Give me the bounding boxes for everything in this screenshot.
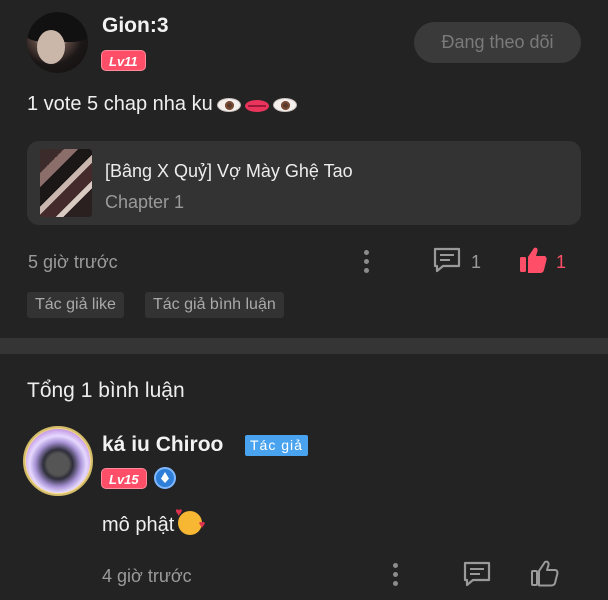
chapter-cover-image [40,149,92,217]
post: Gion:3 Lv11 Đang theo dõi 1 vote 5 chap … [0,0,608,338]
medal-icon [154,467,176,489]
post-emojis [215,95,299,118]
avatar-frame [23,426,93,496]
tag-author-comment: Tác giả bình luận [145,292,284,318]
thumbs-up-icon[interactable] [518,245,548,275]
comment-time: 4 giờ trước [102,566,192,586]
commenter-level-badge: Lv15 [101,468,147,489]
post-text: 1 vote 5 chap nha ku [27,93,299,118]
post-text-content: 1 vote 5 chap nha ku [27,93,213,115]
comment-count: 1 [471,252,482,272]
post-time: 5 giờ trước [28,252,118,272]
comment-text-content: mô phật [102,514,175,536]
section-divider [0,338,608,354]
username[interactable]: Gion:3 [102,14,169,38]
total-comments-label: Tổng 1 bình luận [27,379,185,402]
tag-author-like: Tác giả like [27,292,124,318]
user-avatar[interactable] [27,12,88,73]
comment-more-options-icon[interactable] [393,563,399,586]
comment-like-icon[interactable] [529,558,559,588]
more-options-icon[interactable] [364,250,370,273]
smiling-face-with-hearts-icon [175,505,205,535]
eye-emoji-icon [216,98,241,112]
chapter-card[interactable]: [Bâng X Quỷ] Vợ Mày Ghệ Tao Chapter 1 [27,141,581,225]
commenter-avatar[interactable] [23,426,93,496]
commenter-name[interactable]: ká iu Chiroo [102,433,223,457]
comment-icon[interactable] [432,246,462,274]
reply-icon[interactable] [462,560,492,588]
eye-emoji-icon [272,98,297,112]
comment-text: mô phật [102,505,205,537]
chapter-card-subtitle: Chapter 1 [105,192,185,212]
author-badge: Tác giả [245,435,308,456]
level-badge: Lv11 [101,50,146,71]
chapter-card-title: [Bâng X Quỷ] Vợ Mày Ghệ Tao [105,161,353,181]
avatar-face [37,30,65,64]
like-count: 1 [556,252,567,272]
lips-emoji-icon [244,100,269,112]
follow-button[interactable]: Đang theo dõi [414,22,581,63]
